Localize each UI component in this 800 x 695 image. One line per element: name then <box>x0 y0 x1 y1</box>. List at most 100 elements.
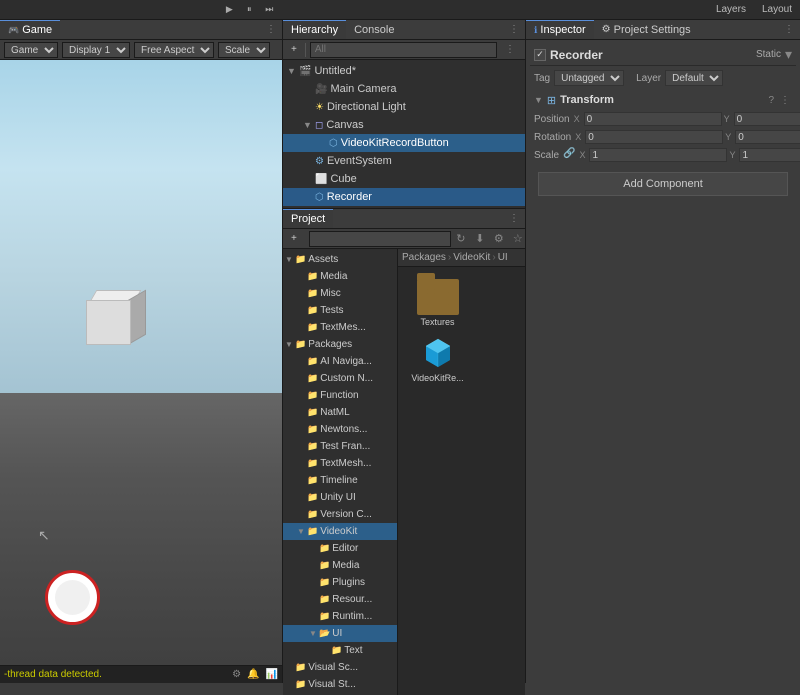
list-item[interactable]: 📁 Text <box>283 642 397 659</box>
proj-settings-icon[interactable]: ⚙ <box>491 231 507 247</box>
play-button[interactable]: ▶ <box>221 2 237 18</box>
game-panel-menu[interactable]: ⋮ <box>260 24 282 35</box>
tab-game[interactable]: 🎮 Game <box>0 20 60 39</box>
list-item[interactable]: Textures <box>410 279 465 327</box>
list-item[interactable]: ▼ 📂 UI <box>283 625 397 642</box>
layers-button[interactable]: Layers <box>712 4 750 15</box>
position-y-input[interactable] <box>734 112 800 126</box>
component-checkbox[interactable]: ✓ <box>534 49 546 61</box>
list-item[interactable]: 📁 Unity UI <box>283 489 397 506</box>
list-item[interactable]: VideoKitRe... <box>410 335 465 383</box>
list-item[interactable]: 📁 Visual Sc... <box>283 659 397 676</box>
game-display-select[interactable]: Game <box>4 42 58 58</box>
proj-refresh-icon[interactable]: ↻ <box>453 231 469 247</box>
rotation-x-input[interactable] <box>585 130 723 144</box>
position-x-input[interactable] <box>584 112 722 126</box>
tag-layer-row: Tag Untagged Layer Default <box>530 68 796 88</box>
tab-inspector[interactable]: ℹ Inspector <box>526 20 594 39</box>
breadcrumb-ui[interactable]: UI <box>498 252 508 263</box>
scale-y-input[interactable] <box>739 148 800 162</box>
transform-help-btn[interactable]: ? <box>766 95 776 106</box>
add-component-button[interactable]: Add Component <box>538 172 788 196</box>
project-panel: Project ⋮ + ↻ ⬇ ⚙ ☆ ⋮ 14 <box>283 209 525 695</box>
list-item[interactable]: 📁 NatML <box>283 404 397 421</box>
scale-x-input[interactable] <box>589 148 727 162</box>
list-item[interactable]: 📁 Test Fran... <box>283 438 397 455</box>
list-item[interactable]: ⬡ VideoKitRecordButton <box>283 134 525 152</box>
hier-canvas-label: Canvas <box>326 119 363 131</box>
list-item[interactable]: 📁 Timeline <box>283 472 397 489</box>
game-aspect-select[interactable]: Free Aspect <box>134 42 214 58</box>
list-item[interactable]: 📁 TextMes... <box>283 319 397 336</box>
tab-project[interactable]: Project <box>283 209 333 228</box>
list-item[interactable]: ▼ 📁 Packages <box>283 336 397 353</box>
proj-star-icon[interactable]: ☆ <box>510 231 526 247</box>
textmesh-label: TextMes... <box>320 322 366 333</box>
list-item[interactable]: ▼ 📁 Assets <box>283 251 397 268</box>
list-item[interactable]: 📁 Media <box>283 557 397 574</box>
game-scale-select[interactable]: Scale <box>218 42 270 58</box>
list-item[interactable]: 📁 Plugins <box>283 574 397 591</box>
list-item[interactable]: ⚙ EventSystem <box>283 152 525 170</box>
list-item[interactable]: 📁 Newtons... <box>283 421 397 438</box>
transform-section-header[interactable]: ▼ ⊞ Transform ? ⋮ <box>530 90 796 110</box>
tab-console[interactable]: Console <box>346 20 402 39</box>
tag-select[interactable]: Untagged <box>554 70 624 86</box>
visualst-label: Visual St... <box>308 679 356 690</box>
project-files-container: Packages › VideoKit › UI <box>398 249 525 695</box>
versionc-label: Version C... <box>320 509 372 520</box>
tab-project-settings[interactable]: ⚙ Project Settings <box>594 20 699 39</box>
list-item[interactable]: 📁 Function <box>283 387 397 404</box>
list-item[interactable]: ▼ 📁 VideoKit <box>283 523 397 540</box>
project-search[interactable] <box>309 231 451 247</box>
list-item[interactable]: 📁 AI Naviga... <box>283 353 397 370</box>
record-button-circle[interactable] <box>45 570 100 625</box>
breadcrumb-packages[interactable]: Packages <box>402 252 446 263</box>
hier-add-btn[interactable]: + <box>287 42 301 58</box>
list-item[interactable]: 📁 Runtim... <box>283 608 397 625</box>
list-item[interactable]: 📁 Tests <box>283 302 397 319</box>
assets-label: Assets <box>308 254 338 265</box>
eventsys-icon: ⚙ <box>315 156 324 167</box>
transform-menu-btn[interactable]: ⋮ <box>778 95 792 106</box>
list-item[interactable]: 📁 Editor <box>283 540 397 557</box>
scale-link-icon[interactable]: 🔗 <box>563 148 575 162</box>
list-item[interactable]: 📁 Custom N... <box>283 370 397 387</box>
hierarchy-menu-btn[interactable]: ⋮ <box>503 24 525 35</box>
misc-folder-icon: 📁 <box>307 288 318 299</box>
list-item[interactable]: ▼ ◻ Canvas <box>283 116 525 134</box>
list-item[interactable]: 📁 TextMesh... <box>283 455 397 472</box>
list-item[interactable]: 📁 Misc <box>283 285 397 302</box>
list-item[interactable]: 📁 Media <box>283 268 397 285</box>
rotation-y-input[interactable] <box>735 130 800 144</box>
layout-button[interactable]: Layout <box>758 4 796 15</box>
list-item[interactable]: ☀ Directional Light <box>283 98 525 116</box>
hier-arrow-canvas: ▼ <box>303 120 315 130</box>
pause-button[interactable]: ⏸ <box>241 2 257 18</box>
list-item[interactable]: ⬜ Cube <box>283 170 525 188</box>
inspector-menu-btn[interactable]: ⋮ <box>778 24 800 35</box>
game-display-number-select[interactable]: Display 1 <box>62 42 130 58</box>
hier-camera-label: Main Camera <box>330 83 396 95</box>
hier-panel-menu[interactable]: ⋮ <box>499 44 521 55</box>
step-button[interactable]: ⏭ <box>261 2 277 18</box>
project-menu-btn[interactable]: ⋮ <box>503 213 525 224</box>
ui-folder-icon: 📂 <box>319 628 330 639</box>
hierarchy-search[interactable] <box>310 42 497 58</box>
list-item[interactable]: ▼ 🎬 Untitled* <box>283 62 525 80</box>
tab-hierarchy[interactable]: Hierarchy <box>283 20 346 39</box>
list-item[interactable]: 📁 Resour... <box>283 591 397 608</box>
layer-select[interactable]: Default <box>665 70 723 86</box>
list-item[interactable]: 🎥 Main Camera <box>283 80 525 98</box>
transform-icon: ⊞ <box>547 94 556 107</box>
list-item[interactable]: 📁 Visual St... <box>283 676 397 693</box>
videokit-label: VideoKit <box>320 526 357 537</box>
project-content: ▼ 📁 Assets 📁 Media 📁 Misc <box>283 249 525 695</box>
proj-import-icon[interactable]: ⬇ <box>472 231 488 247</box>
proj-add-btn[interactable]: + <box>287 231 301 247</box>
breadcrumb-videokit[interactable]: VideoKit <box>453 252 490 263</box>
list-item[interactable]: 📁 Version C... <box>283 506 397 523</box>
component-menu-btn[interactable]: ▾ <box>785 46 792 63</box>
hier-arrow-untitled: ▼ <box>287 66 299 76</box>
list-item[interactable]: ⬡ Recorder <box>283 188 525 206</box>
